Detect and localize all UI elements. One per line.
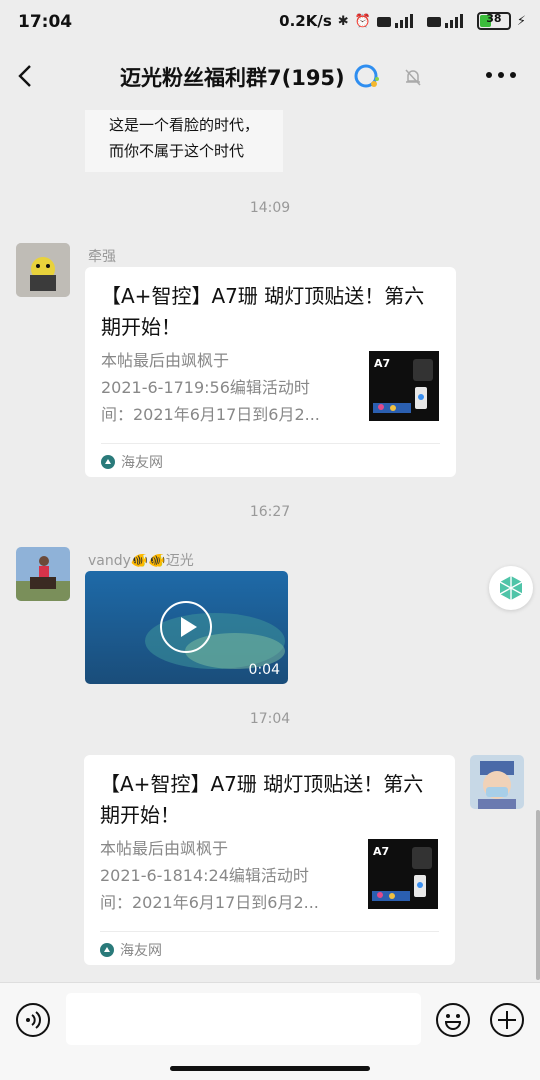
voice-input-button[interactable]: [16, 1003, 50, 1037]
plus-icon: [498, 1011, 516, 1029]
divider: [100, 931, 439, 932]
net-speed: 0.2K/s: [279, 12, 332, 30]
bluetooth-icon: ✱: [337, 13, 349, 29]
timestamp: 16:27: [249, 504, 291, 520]
scrollbar[interactable]: [536, 810, 540, 980]
timestamp: 17:04: [249, 711, 291, 727]
video-duration: 0:04: [248, 662, 280, 678]
card-desc-line: 间：2021年6月17日到6月2...: [101, 405, 320, 424]
add-more-button[interactable]: [490, 1003, 524, 1037]
floating-cube-button[interactable]: [489, 566, 533, 610]
group-tag-icon: [354, 64, 379, 88]
emoji-button[interactable]: [436, 1003, 470, 1037]
signal-icon-2: [426, 14, 463, 28]
card-source: 海友网: [101, 452, 163, 472]
mute-bell-icon: [405, 69, 421, 86]
status-bar: 17:04 0.2K/s ✱ ⏰ 38 ⚡: [0, 0, 540, 44]
card-thumbnail: A7: [369, 351, 439, 421]
emoji-icon: [444, 1014, 462, 1030]
card-source: 海友网: [100, 940, 162, 960]
back-arrow-icon[interactable]: [14, 64, 38, 88]
avatar[interactable]: [16, 243, 70, 297]
chat-header: 迈光粉丝福利群7(195): [0, 44, 540, 110]
divider: [101, 443, 440, 444]
battery-icon: 38: [476, 12, 511, 30]
message-input[interactable]: [66, 993, 421, 1045]
card-title: 【A+智控】A7珊 瑚灯顶贴送！第六期开始！: [101, 284, 425, 339]
voice-icon: [26, 1011, 41, 1029]
alarm-icon: ⏰: [354, 13, 371, 29]
title-wrap: 迈光粉丝福利群7(195): [120, 62, 423, 92]
avatar[interactable]: [16, 547, 70, 601]
card-thumbnail: A7: [368, 839, 438, 909]
charging-icon: ⚡: [516, 13, 526, 29]
link-card[interactable]: 【A+智控】A7珊 瑚灯顶贴送！第六期开始！ 本帖最后由飒枫于 2021-6-1…: [84, 755, 455, 965]
card-desc-line: 2021-6-1719:56编辑活动时: [101, 378, 310, 397]
message-bubble[interactable]: 这是一个看脸的时代， 而你不属于这个时代: [85, 110, 283, 172]
home-indicator[interactable]: [170, 1066, 370, 1071]
timestamp: 14:09: [249, 200, 291, 216]
status-time: 17:04: [18, 12, 73, 32]
chat-area[interactable]: 这是一个看脸的时代， 而你不属于这个时代 14:09 牵强 【A+智控】A7珊 …: [0, 110, 540, 982]
cube-icon: [499, 576, 523, 600]
card-desc-line: 本帖最后由飒枫于: [101, 351, 230, 370]
sender-name: 牵强: [88, 249, 116, 265]
video-message[interactable]: 0:04: [85, 571, 288, 684]
card-desc-line: 间：2021年6月17日到6月2...: [100, 893, 319, 912]
source-logo-icon: [100, 943, 114, 957]
svg-text:A7: A7: [373, 845, 389, 858]
link-card[interactable]: 【A+智控】A7珊 瑚灯顶贴送！第六期开始！ 本帖最后由飒枫于 2021-6-1…: [85, 267, 456, 477]
play-icon[interactable]: [160, 601, 212, 653]
my-avatar[interactable]: [470, 755, 524, 809]
source-logo-icon: [101, 455, 115, 469]
card-title: 【A+智控】A7珊 瑚灯顶贴送！第六期开始！: [100, 772, 424, 827]
card-desc-line: 2021-6-1814:24编辑活动时: [100, 866, 309, 885]
group-title[interactable]: 迈光粉丝福利群7(195): [120, 62, 345, 92]
more-options-icon[interactable]: [486, 72, 516, 78]
signal-icon: [376, 14, 413, 28]
sender-name: vandy🐠🐠迈光: [88, 553, 194, 569]
svg-text:A7: A7: [374, 357, 390, 370]
status-icons: 0.2K/s ✱ ⏰ 38 ⚡: [279, 12, 526, 30]
card-desc-line: 本帖最后由飒枫于: [100, 839, 229, 858]
